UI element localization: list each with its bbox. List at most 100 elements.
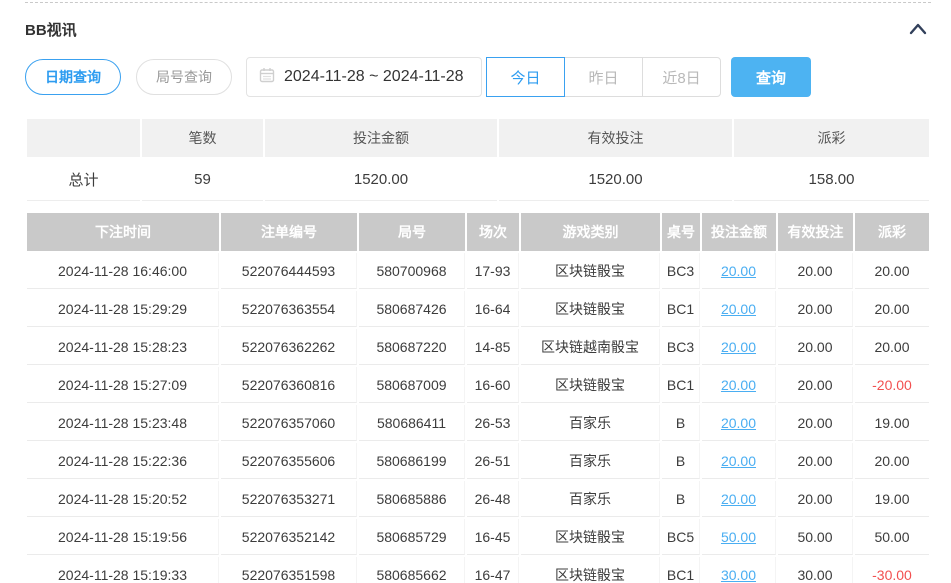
record-round-number: 580700968 [359, 253, 465, 289]
summary-header-cell: 有效投注 [499, 119, 732, 157]
record-table-number: BC3 [662, 329, 700, 365]
summary-header-cell: 投注金额 [265, 119, 497, 157]
date-query-tab[interactable]: 日期查询 [25, 59, 121, 95]
records-header-cell: 投注金额 [702, 213, 776, 251]
date-range-value: 2024-11-28 ~ 2024-11-28 [284, 68, 464, 86]
record-game-type: 区块链骰宝 [521, 253, 660, 289]
records-header-cell: 桌号 [662, 213, 700, 251]
summary-payout: 158.00 [734, 159, 929, 201]
record-round-number: 580687426 [359, 291, 465, 327]
record-time: 2024-11-28 15:19:56 [27, 519, 219, 555]
record-bet-number: 522076362262 [221, 329, 357, 365]
record-valid-bet: 20.00 [778, 253, 853, 289]
section-header: BB视讯 [25, 17, 931, 41]
record-payout: -30.00 [855, 557, 929, 583]
record-session: 26-51 [467, 443, 519, 479]
record-table-number: BC3 [662, 253, 700, 289]
records-header-cell: 局号 [359, 213, 465, 251]
records-header-cell: 游戏类别 [521, 213, 660, 251]
record-payout: 50.00 [855, 519, 929, 555]
record-payout: 20.00 [855, 253, 929, 289]
record-time: 2024-11-28 16:46:00 [27, 253, 219, 289]
record-game-type: 区块链骰宝 [521, 291, 660, 327]
record-bet-amount-link[interactable]: 20.00 [702, 481, 776, 517]
bet-amount-link-text[interactable]: 50.00 [721, 529, 756, 545]
records-table: 下注时间注单编号局号场次游戏类别桌号投注金额有效投注派彩 2024-11-28 … [25, 211, 931, 583]
quick-filter-button[interactable]: 昨日 [564, 57, 643, 97]
record-session: 16-47 [467, 557, 519, 583]
quick-filter-button[interactable]: 今日 [486, 57, 565, 97]
summary-header-cell: 派彩 [734, 119, 929, 157]
page-title: BB视讯 [25, 19, 77, 40]
record-round-number: 580686199 [359, 443, 465, 479]
calendar-icon [259, 67, 275, 88]
record-bet-number: 522076444593 [221, 253, 357, 289]
record-payout: 20.00 [855, 329, 929, 365]
record-round-number: 580686411 [359, 405, 465, 441]
record-row: 2024-11-28 15:29:29 522076363554 5806874… [27, 291, 929, 327]
date-range-input[interactable]: 2024-11-28 ~ 2024-11-28 [246, 57, 482, 97]
record-table-number: BC5 [662, 519, 700, 555]
record-table-number: B [662, 405, 700, 441]
record-valid-bet: 20.00 [778, 291, 853, 327]
record-bet-amount-link[interactable]: 30.00 [702, 557, 776, 583]
summary-valid-bet: 1520.00 [499, 159, 732, 201]
record-table-number: BC1 [662, 557, 700, 583]
bet-amount-link-text[interactable]: 20.00 [721, 263, 756, 279]
record-valid-bet: 20.00 [778, 443, 853, 479]
record-game-type: 区块链骰宝 [521, 367, 660, 403]
summary-header-row: 笔数投注金额有效投注派彩 [27, 119, 929, 157]
record-payout: 19.00 [855, 481, 929, 517]
record-payout: 20.00 [855, 443, 929, 479]
bet-amount-link-text[interactable]: 20.00 [721, 377, 756, 393]
record-time: 2024-11-28 15:29:29 [27, 291, 219, 327]
bet-amount-link-text[interactable]: 20.00 [721, 301, 756, 317]
record-bet-amount-link[interactable]: 20.00 [702, 329, 776, 365]
record-session: 16-45 [467, 519, 519, 555]
records-body: 2024-11-28 16:46:00 522076444593 5807009… [27, 253, 929, 583]
record-bet-amount-link[interactable]: 20.00 [702, 367, 776, 403]
search-button[interactable]: 查询 [731, 57, 811, 97]
record-bet-number: 522076357060 [221, 405, 357, 441]
record-bet-amount-link[interactable]: 50.00 [702, 519, 776, 555]
record-game-type: 百家乐 [521, 481, 660, 517]
round-query-tab[interactable]: 局号查询 [136, 59, 232, 95]
record-table-number: B [662, 443, 700, 479]
record-valid-bet: 20.00 [778, 329, 853, 365]
record-game-type: 区块链骰宝 [521, 519, 660, 555]
record-valid-bet: 30.00 [778, 557, 853, 583]
record-row: 2024-11-28 15:19:33 522076351598 5806856… [27, 557, 929, 583]
record-session: 17-93 [467, 253, 519, 289]
record-payout: -20.00 [855, 367, 929, 403]
record-bet-amount-link[interactable]: 20.00 [702, 405, 776, 441]
bet-amount-link-text[interactable]: 20.00 [721, 415, 756, 431]
summary-header-cell: 笔数 [142, 119, 263, 157]
collapse-section-button[interactable] [905, 19, 931, 39]
record-round-number: 580685729 [359, 519, 465, 555]
record-bet-number: 522076352142 [221, 519, 357, 555]
record-session: 16-60 [467, 367, 519, 403]
record-round-number: 580685662 [359, 557, 465, 583]
record-row: 2024-11-28 15:23:48 522076357060 5806864… [27, 405, 929, 441]
record-session: 16-64 [467, 291, 519, 327]
quick-filter-button[interactable]: 近8日 [642, 57, 721, 97]
record-payout: 20.00 [855, 291, 929, 327]
bet-amount-link-text[interactable]: 20.00 [721, 453, 756, 469]
record-time: 2024-11-28 15:27:09 [27, 367, 219, 403]
record-game-type: 区块链骰宝 [521, 557, 660, 583]
records-header-cell: 派彩 [855, 213, 929, 251]
top-divider [25, 2, 931, 3]
record-session: 14-85 [467, 329, 519, 365]
record-bet-amount-link[interactable]: 20.00 [702, 253, 776, 289]
records-header-cell: 场次 [467, 213, 519, 251]
record-round-number: 580685886 [359, 481, 465, 517]
record-bet-amount-link[interactable]: 20.00 [702, 443, 776, 479]
record-game-type: 百家乐 [521, 443, 660, 479]
chevron-up-icon [907, 25, 929, 40]
record-bet-number: 522076351598 [221, 557, 357, 583]
bet-amount-link-text[interactable]: 20.00 [721, 339, 756, 355]
records-header-cell: 下注时间 [27, 213, 219, 251]
record-bet-amount-link[interactable]: 20.00 [702, 291, 776, 327]
bet-amount-link-text[interactable]: 20.00 [721, 491, 756, 507]
bet-amount-link-text[interactable]: 30.00 [721, 567, 756, 583]
